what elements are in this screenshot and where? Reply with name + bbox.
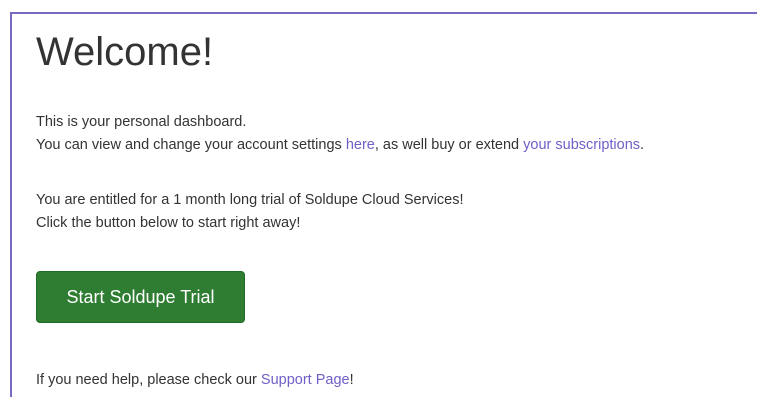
- help-prefix: If you need help, please check our: [36, 372, 261, 388]
- intro-line-2-middle: , as well buy or extend: [374, 137, 524, 153]
- account-settings-link[interactable]: here: [346, 137, 375, 153]
- page-title: Welcome!: [36, 30, 214, 74]
- subscriptions-link[interactable]: your subscriptions: [523, 137, 640, 153]
- intro-line-1: This is your personal dashboard.: [36, 114, 247, 130]
- trial-info: You are entitled for a 1 month long tria…: [36, 189, 463, 235]
- start-trial-button[interactable]: Start Soldupe Trial: [36, 271, 245, 323]
- intro-line-2: You can view and change your account set…: [36, 134, 644, 157]
- dashboard-intro: This is your personal dashboard. You can…: [36, 111, 644, 157]
- support-page-link[interactable]: Support Page: [261, 372, 350, 388]
- help-text: If you need help, please check our Suppo…: [36, 369, 354, 392]
- intro-line-2-suffix: .: [640, 137, 645, 153]
- intro-line-2-prefix: You can view and change your account set…: [36, 137, 346, 153]
- trial-line-1: You are entitled for a 1 month long tria…: [36, 192, 464, 208]
- help-suffix: !: [349, 372, 354, 388]
- trial-line-2: Click the button below to start right aw…: [36, 215, 301, 231]
- welcome-panel: Welcome! This is your personal dashboard…: [10, 12, 757, 397]
